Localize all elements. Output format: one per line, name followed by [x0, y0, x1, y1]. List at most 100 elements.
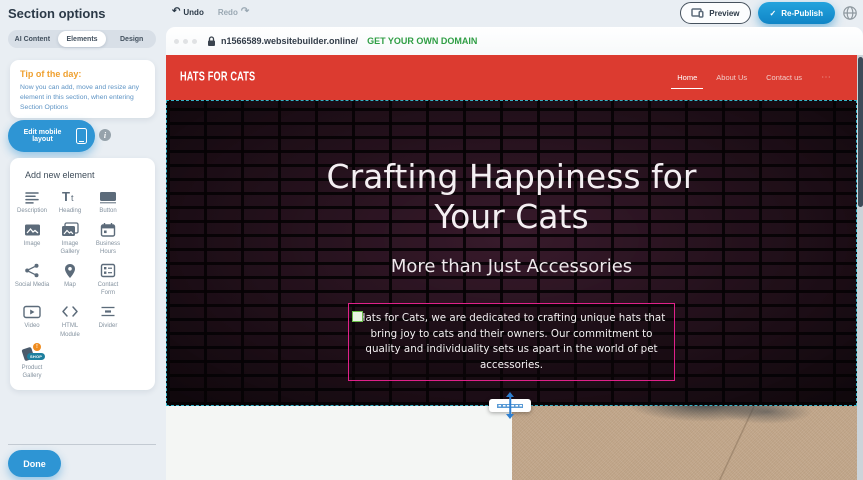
element-label: Divider [99, 322, 118, 330]
element-grid: Description T t Heading Button [13, 187, 155, 380]
element-product-gallery[interactable]: ! SHOP Product Gallery [13, 344, 51, 380]
site-url[interactable]: n1566589.websitebuilder.online/ [221, 36, 358, 46]
info-icon[interactable]: i [99, 129, 111, 141]
heading-icon: T t [61, 187, 79, 206]
contact-form-icon [100, 261, 116, 280]
hero-subheading[interactable]: More than Just Accessories [167, 256, 856, 277]
image-gallery-icon [61, 220, 79, 239]
nav-item-contact[interactable]: Contact us [766, 73, 802, 82]
map-icon [64, 261, 76, 280]
lock-icon [207, 36, 216, 47]
site-logo[interactable]: HATS FOR CATS [180, 70, 255, 84]
resize-stem [509, 396, 511, 415]
social-media-icon [24, 261, 40, 280]
done-button[interactable]: Done [8, 450, 61, 477]
sidebar-divider [8, 444, 156, 445]
shop-badge: SHOP [27, 353, 45, 360]
element-label: Product Gallery [14, 364, 50, 380]
site-preview: n1566589.websitebuilder.online/ GET YOUR… [166, 27, 863, 480]
element-map[interactable]: Map [51, 261, 89, 297]
sidebar-tabbar: AI Content Elements Design [8, 30, 156, 48]
get-domain-link[interactable]: GET YOUR OWN DOMAIN [367, 36, 477, 46]
element-html-module[interactable]: HTML Module [51, 302, 89, 338]
resize-arrow-down-icon [506, 414, 514, 419]
tip-title: Tip of the day: [20, 69, 145, 79]
tip-of-the-day-card: Tip of the day: Now you can add, move an… [10, 60, 155, 118]
divider-icon [100, 302, 116, 321]
devices-icon [691, 8, 704, 18]
button-icon [99, 187, 117, 206]
element-button[interactable]: Button [89, 187, 127, 215]
resize-arrow-up-icon [506, 392, 514, 397]
redo-label: Redo [218, 8, 238, 17]
drag-handle[interactable] [352, 311, 363, 322]
svg-text:t: t [71, 193, 74, 203]
element-heading[interactable]: T t Heading [51, 187, 89, 215]
element-image-gallery[interactable]: Image Gallery [51, 220, 89, 256]
edit-mobile-layout-button[interactable]: Edit mobile layout [8, 120, 95, 152]
undo-redo-group: ↶ Undo Redo ↷ [172, 7, 249, 17]
globe-icon[interactable] [842, 5, 858, 21]
browser-chrome: n1566589.websitebuilder.online/ GET YOUR… [166, 27, 863, 55]
preview-scrollbar-thumb[interactable] [858, 57, 863, 207]
hero-paragraph-selected[interactable]: Hats for Cats, we are dedicated to craft… [348, 303, 675, 381]
element-label: Button [99, 207, 116, 215]
undo-icon: ↶ [172, 7, 180, 17]
element-label: Contact Form [90, 281, 126, 297]
nav-more-icon[interactable]: ⋯ [821, 72, 831, 83]
page-title: Section options [8, 6, 106, 21]
element-label: Image [24, 240, 41, 248]
nav-item-about[interactable]: About Us [716, 73, 747, 82]
hero-paragraph-text: Hats for Cats, we are dedicated to craft… [358, 312, 665, 370]
site-nav: Home About Us Contact us ⋯ [677, 55, 831, 100]
html-module-icon [61, 302, 79, 321]
element-business-hours[interactable]: Business Hours [89, 220, 127, 256]
element-social-media[interactable]: Social Media [13, 261, 51, 297]
section-resize-handle[interactable] [489, 399, 531, 412]
image-icon [24, 220, 41, 239]
undo-button[interactable]: ↶ Undo [172, 7, 204, 17]
element-contact-form[interactable]: Contact Form [89, 261, 127, 297]
notification-badge: ! [33, 343, 41, 351]
nav-item-home[interactable]: Home [677, 73, 697, 82]
element-label: Image Gallery [52, 240, 88, 256]
element-label: HTML Module [52, 322, 88, 338]
hero-section[interactable]: Crafting Happiness for Your Cats More th… [166, 100, 857, 406]
product-gallery-icon: ! SHOP [22, 344, 42, 363]
redo-button[interactable]: Redo ↷ [218, 7, 249, 17]
description-icon [24, 187, 40, 206]
carpet-photo [512, 406, 857, 480]
site-header: HATS FOR CATS Home About Us Contact us ⋯ [166, 55, 857, 100]
undo-label: Undo [183, 8, 203, 17]
tip-body: Now you can add, move and resize any ele… [20, 83, 145, 114]
element-label: Map [64, 281, 76, 289]
republish-button[interactable]: ✓ Re-Publish [758, 2, 835, 24]
redo-icon: ↷ [241, 7, 249, 17]
topbar-actions: Preview ✓ Re-Publish [680, 2, 858, 24]
add-element-panel: Add new element Description T t Heading [10, 158, 155, 390]
element-label: Description [17, 207, 47, 215]
edit-mobile-label: Edit mobile layout [17, 129, 69, 143]
preview-button[interactable]: Preview [680, 2, 750, 24]
hero-heading[interactable]: Crafting Happiness for Your Cats [292, 157, 732, 236]
element-video[interactable]: Video [13, 302, 51, 338]
element-divider[interactable]: Divider [89, 302, 127, 338]
add-element-title: Add new element [25, 170, 155, 180]
republish-label: Re-Publish [781, 9, 823, 18]
preview-scrollbar-track[interactable] [857, 55, 863, 480]
element-label: Video [24, 322, 39, 330]
svg-text:T: T [62, 189, 70, 204]
preview-label: Preview [709, 9, 739, 18]
element-label: Social Media [15, 281, 49, 289]
element-label: Business Hours [90, 240, 126, 256]
phone-icon [76, 128, 87, 144]
tab-ai-content[interactable]: AI Content [8, 30, 57, 48]
business-hours-icon [100, 220, 116, 239]
element-image[interactable]: Image [13, 220, 51, 256]
video-icon [23, 302, 41, 321]
element-label: Heading [59, 207, 81, 215]
tab-elements[interactable]: Elements [58, 31, 107, 47]
check-icon: ✓ [770, 9, 777, 18]
tab-design[interactable]: Design [107, 30, 156, 48]
element-description[interactable]: Description [13, 187, 51, 215]
